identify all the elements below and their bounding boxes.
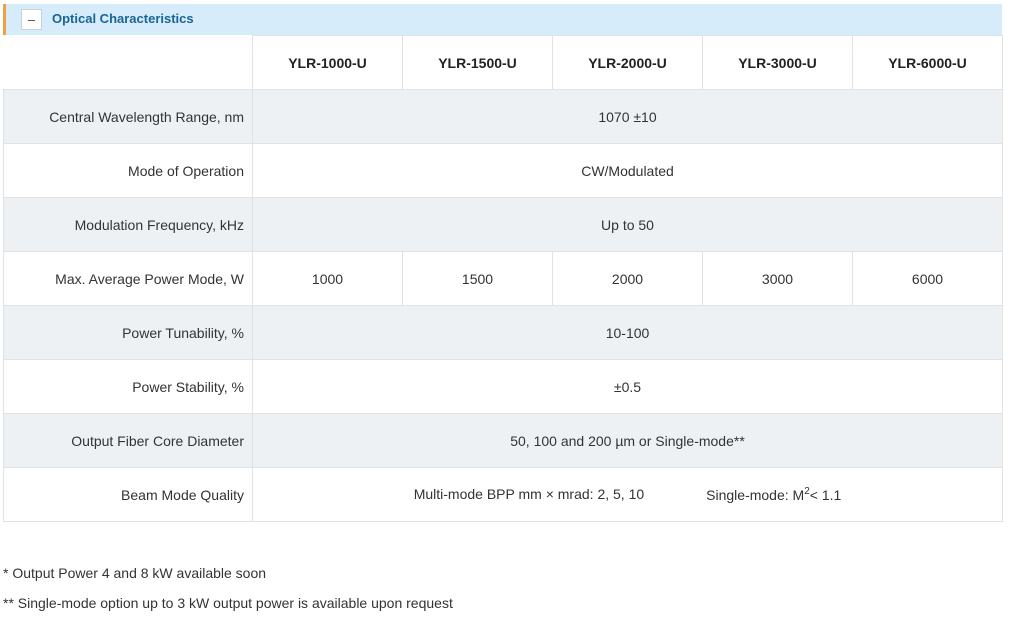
- table-row: Central Wavelength Range, nm 1070 ±10: [3, 89, 1003, 144]
- row-value: 10-100: [252, 305, 1003, 360]
- row-label: Mode of Operation: [3, 143, 253, 198]
- multimode-value: Multi-mode BPP mm × mrad: 2, 5, 10: [413, 486, 645, 502]
- column-header: YLR-6000-U: [852, 35, 1003, 90]
- table-header-row: YLR-1000-U YLR-1500-U YLR-2000-U YLR-300…: [3, 35, 1003, 90]
- column-header: YLR-1000-U: [252, 35, 403, 90]
- footnote-2: ** Single-mode option up to 3 kW output …: [3, 595, 453, 611]
- singlemode-value: Single-mode: M2< 1.1: [706, 486, 842, 503]
- row-value: Up to 50: [252, 197, 1003, 252]
- row-value: 2000: [552, 251, 703, 306]
- row-label: Modulation Frequency, kHz: [3, 197, 253, 252]
- row-label: Max. Average Power Mode, W: [3, 251, 253, 306]
- section-header[interactable]: – Optical Characteristics: [3, 4, 1002, 35]
- table-row: Power Tunability, % 10-100: [3, 305, 1003, 360]
- row-label: Power Stability, %: [3, 359, 253, 414]
- column-header: YLR-1500-U: [402, 35, 553, 90]
- table-row: Mode of Operation CW/Modulated: [3, 143, 1003, 198]
- header-blank-cell: [3, 35, 253, 90]
- row-value: CW/Modulated: [252, 143, 1003, 198]
- table-row: Beam Mode Quality Multi-mode BPP mm × mr…: [3, 467, 1003, 522]
- table-row: Output Fiber Core Diameter 50, 100 and 2…: [3, 413, 1003, 468]
- row-label: Beam Mode Quality: [3, 467, 253, 522]
- row-value: 6000: [852, 251, 1003, 306]
- footnote-1: * Output Power 4 and 8 kW available soon: [3, 565, 267, 581]
- column-header: YLR-2000-U: [552, 35, 703, 90]
- column-header: YLR-3000-U: [702, 35, 853, 90]
- row-value: 1070 ±10: [252, 89, 1003, 144]
- row-value: 1500: [402, 251, 553, 306]
- section-title[interactable]: Optical Characteristics: [52, 11, 194, 26]
- specs-table: YLR-1000-U YLR-1500-U YLR-2000-U YLR-300…: [3, 35, 1003, 522]
- row-label: Central Wavelength Range, nm: [3, 89, 253, 144]
- row-value: 3000: [702, 251, 853, 306]
- table-row: Modulation Frequency, kHz Up to 50: [3, 197, 1003, 252]
- table-row: Power Stability, % ±0.5: [3, 359, 1003, 414]
- table-row: Max. Average Power Mode, W 1000 1500 200…: [3, 251, 1003, 306]
- collapse-button[interactable]: –: [21, 9, 42, 30]
- row-value: ±0.5: [252, 359, 1003, 414]
- row-value: Multi-mode BPP mm × mrad: 2, 5, 10 Singl…: [252, 467, 1003, 522]
- row-label: Power Tunability, %: [3, 305, 253, 360]
- row-value: 50, 100 and 200 µm or Single-mode**: [252, 413, 1003, 468]
- row-label: Output Fiber Core Diameter: [3, 413, 253, 468]
- row-value: 1000: [252, 251, 403, 306]
